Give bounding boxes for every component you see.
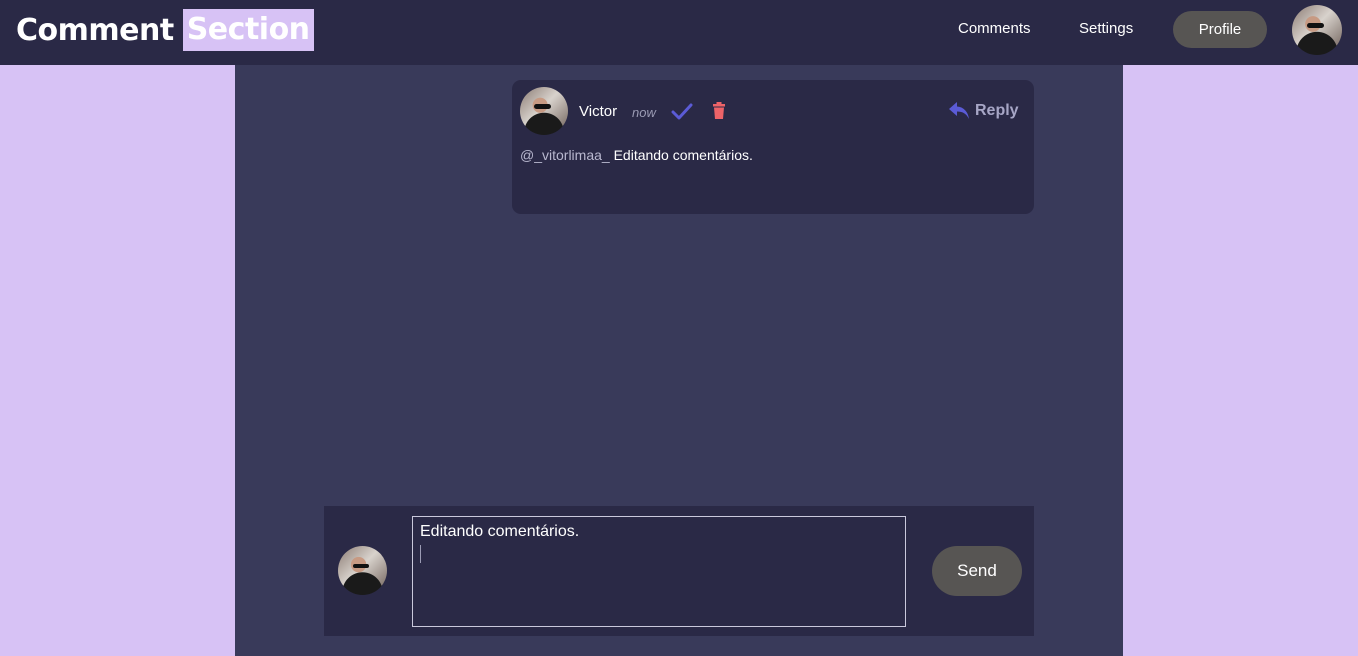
check-icon[interactable] — [671, 102, 693, 122]
user-avatar[interactable] — [1292, 5, 1342, 55]
text-caret — [420, 545, 421, 563]
comment-timestamp: now — [632, 105, 656, 120]
send-button[interactable]: Send — [932, 546, 1022, 596]
reply-arrow-icon — [949, 102, 969, 119]
comment-text: Editando comentários. — [613, 147, 753, 163]
trash-icon[interactable] — [711, 102, 727, 120]
logo-text-section: Section — [182, 9, 314, 51]
nav-settings-link[interactable]: Settings — [1079, 20, 1133, 37]
nav-comments-link[interactable]: Comments — [958, 20, 1031, 37]
logo-text-comment: Comment — [16, 12, 174, 48]
comment-textarea[interactable]: Editando comentários. — [412, 516, 906, 627]
comment-textarea-value: Editando comentários. — [420, 523, 580, 540]
reply-label: Reply — [975, 102, 1019, 119]
comment-author-name: Victor — [579, 103, 618, 120]
comment-author-avatar — [520, 87, 568, 135]
comment-body: @_vitorlimaa_ Editando comentários. — [520, 147, 753, 163]
comment-card: Victor now Reply @_vitorlimaa_ Editando … — [512, 80, 1034, 214]
top-navbar: Comment Section Comments Settings Profil… — [0, 0, 1358, 65]
reply-button[interactable]: Reply — [948, 101, 1019, 121]
comment-mention[interactable]: @_vitorlimaa_ — [520, 147, 610, 163]
app-logo: Comment Section — [16, 9, 314, 51]
comment-composer: Editando comentários. Send — [324, 506, 1034, 636]
composer-avatar — [338, 546, 387, 595]
nav-profile-button[interactable]: Profile — [1173, 11, 1267, 48]
